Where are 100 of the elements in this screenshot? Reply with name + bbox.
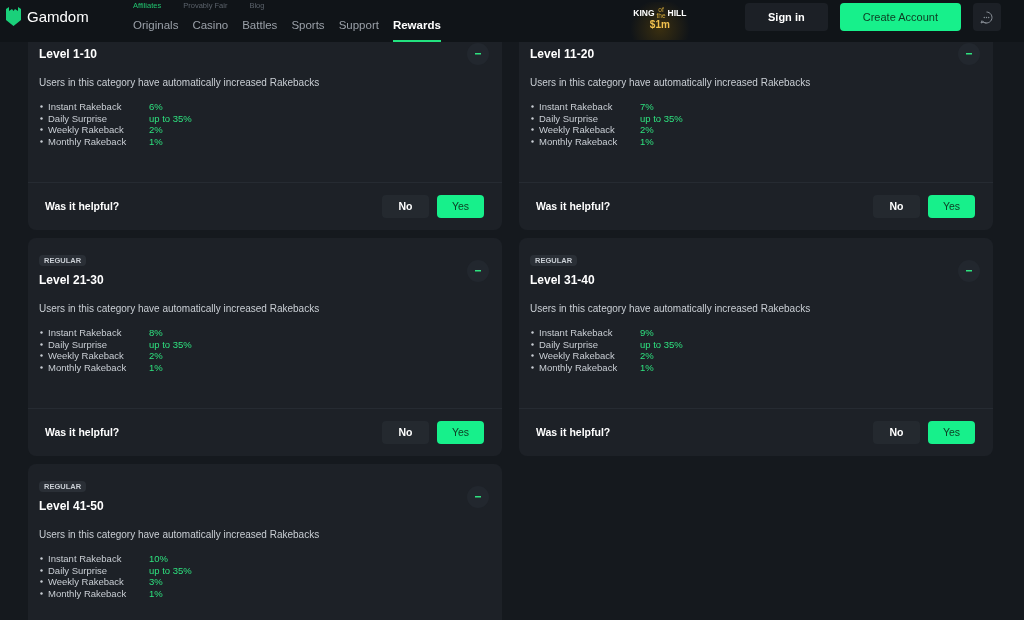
logo-icon [6, 7, 21, 26]
perk-value: 2% [640, 350, 654, 362]
bullet-icon [40, 116, 43, 120]
perk-label: Daily Surprise [48, 564, 108, 577]
bullet-icon [40, 105, 43, 109]
level-title: Level 11-20 [530, 46, 595, 62]
level-title: Level 1-10 [39, 46, 98, 62]
bullet-icon [40, 128, 43, 132]
no-button[interactable]: No [382, 195, 429, 218]
perk-value: 8% [149, 327, 163, 339]
perk-value: 10% [149, 553, 168, 565]
bullet-icon [531, 128, 534, 132]
feedback-question: Was it helpful? [536, 198, 612, 214]
perk-value: 3% [149, 576, 163, 588]
yes-button[interactable]: Yes [928, 421, 975, 444]
bullet-icon [40, 331, 43, 335]
bullet-icon [531, 105, 534, 109]
bullet-icon [531, 342, 534, 346]
perk-value: 2% [149, 350, 163, 362]
perk-label: Monthly Rakeback [539, 135, 618, 148]
perk-label: Monthly Rakeback [48, 361, 127, 374]
minus-icon [966, 270, 972, 272]
perk-value: 6% [149, 101, 163, 113]
level-description: Users in this category have automatically increased Rakebacks [39, 303, 321, 315]
minus-icon [966, 53, 972, 55]
level-description: Users in this category have automatically increased Rakebacks [530, 303, 812, 315]
collapse-button[interactable] [467, 486, 489, 508]
nav-tab[interactable]: Originals [133, 14, 179, 42]
perk-value: up to 35% [640, 112, 683, 125]
collapse-button[interactable] [467, 43, 489, 65]
nav-tab[interactable]: Rewards [392, 14, 441, 42]
feedback-question: Was it helpful? [45, 198, 121, 214]
perk-value: up to 35% [149, 112, 192, 125]
perk-label: Weekly Rakeback [48, 350, 124, 362]
bullet-icon [531, 354, 534, 358]
nav-tab[interactable]: Sports [291, 14, 325, 42]
promo-word: HILL [667, 8, 687, 18]
bullet-icon [531, 331, 534, 335]
bullet-icon [40, 354, 43, 358]
perk-label: Daily Surprise [48, 338, 108, 351]
bullet-icon [531, 366, 534, 370]
perk-label: Instant Rakeback [539, 101, 613, 113]
no-button[interactable]: No [873, 195, 920, 218]
collapse-button[interactable] [958, 260, 980, 282]
perk-label: Instant Rakeback [48, 101, 122, 113]
perk-value: up to 35% [640, 338, 683, 351]
bullet-icon [40, 140, 43, 144]
perk-value: 1% [149, 361, 163, 374]
bullet-icon [40, 568, 43, 572]
perk-label: Instant Rakeback [48, 553, 122, 565]
perk-label: Instant Rakeback [539, 327, 613, 339]
perk-label: Daily Surprise [48, 112, 108, 125]
minus-icon [475, 496, 481, 498]
perk-label: Weekly Rakeback [48, 124, 124, 136]
level-title: Level 21-30 [39, 272, 104, 288]
perk-label: Daily Surprise [539, 112, 599, 125]
perk-label: Weekly Rakeback [539, 350, 615, 362]
yes-button[interactable]: Yes [437, 421, 484, 444]
promo-amount: $1m [649, 19, 670, 31]
perk-label: Monthly Rakeback [539, 361, 618, 374]
perk-value: 9% [640, 327, 654, 339]
perk-value: 2% [149, 124, 163, 136]
perk-label: Weekly Rakeback [48, 576, 124, 588]
create-account-button[interactable]: Create Account [839, 3, 961, 31]
minus-icon [475, 53, 481, 55]
nav-tab[interactable]: Battles [242, 14, 278, 42]
bullet-icon [40, 342, 43, 346]
level-description: Users in this category have automatically increased Rakebacks [39, 529, 321, 541]
sign-in-button[interactable]: Sign in [744, 3, 828, 31]
perk-value: 1% [640, 135, 654, 148]
perk-value: 1% [640, 361, 654, 374]
no-button[interactable]: No [382, 421, 429, 444]
yes-button[interactable]: Yes [437, 195, 484, 218]
collapse-button[interactable] [958, 43, 980, 65]
bullet-icon [40, 592, 43, 596]
level-description: Users in this category have automatically increased Rakebacks [39, 77, 321, 89]
bullet-icon [531, 140, 534, 144]
chat-icon [980, 10, 994, 24]
chat-button[interactable] [972, 3, 1001, 31]
perk-value: 1% [149, 135, 163, 148]
perk-value: 1% [149, 587, 163, 600]
bullet-icon [40, 366, 43, 370]
perk-label: Instant Rakeback [48, 327, 122, 339]
bullet-icon [40, 580, 43, 584]
nav-tab[interactable]: Casino [192, 14, 229, 42]
perk-label: Weekly Rakeback [539, 124, 615, 136]
brand-name[interactable]: Gamdom [27, 7, 89, 26]
perk-label: Monthly Rakeback [48, 135, 127, 148]
collapse-button[interactable] [467, 260, 489, 282]
level-title: Level 31-40 [530, 272, 595, 288]
perk-label: Daily Surprise [539, 338, 599, 351]
yes-button[interactable]: Yes [928, 195, 975, 218]
minus-icon [475, 270, 481, 272]
perk-value: up to 35% [149, 564, 192, 577]
feedback-question: Was it helpful? [536, 424, 612, 440]
level-description: Users in this category have automatically increased Rakebacks [530, 77, 812, 89]
nav-tab[interactable]: Support [338, 14, 379, 42]
level-title: Level 41-50 [39, 498, 104, 514]
feedback-question: Was it helpful? [45, 424, 121, 440]
no-button[interactable]: No [873, 421, 920, 444]
